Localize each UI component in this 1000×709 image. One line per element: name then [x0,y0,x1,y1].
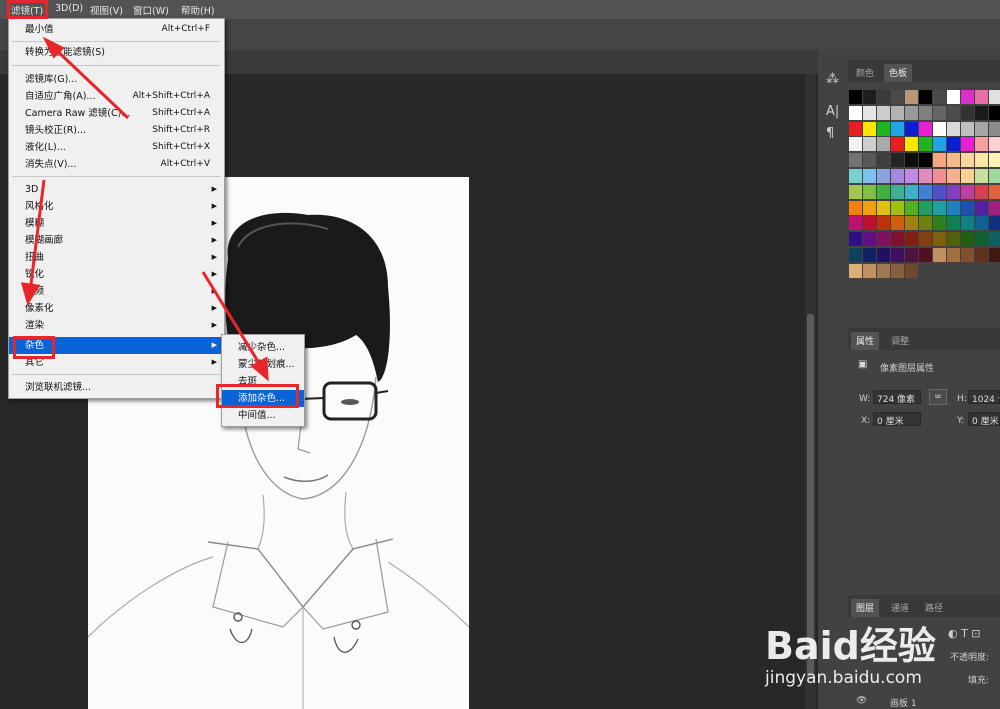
watermark-logo-text: Baid经验 [765,624,936,668]
watermark-url: jingyan.baidu.com [765,668,922,688]
arrow-to-noise-item [28,179,46,293]
photoshop-window: 滤镜(T) 3D(D) 视图(V) 窗口(W) 帮助(H) ⁂ A| ¶ 颜色 … [0,0,1000,709]
arrow-to-add-noise [201,271,264,369]
arrow-to-filter-menu [50,44,130,120]
annotation-arrows [20,36,269,382]
